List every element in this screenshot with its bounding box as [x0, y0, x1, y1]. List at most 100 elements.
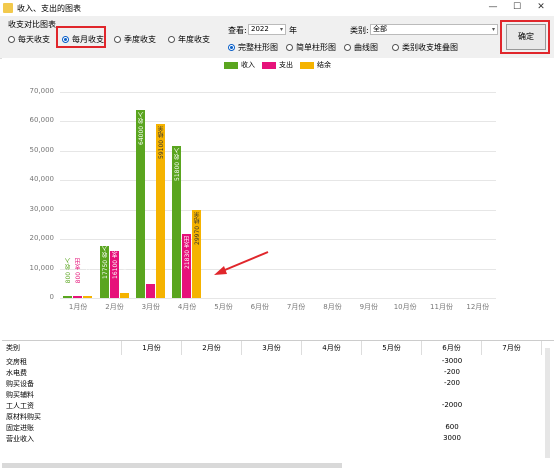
column-header[interactable]: 2月份 [182, 341, 242, 355]
x-tick-label: 6月份 [250, 303, 270, 311]
annotation-arrow [214, 251, 269, 275]
radio-yearly[interactable]: 年度收支 [168, 34, 210, 45]
data-grid: 类别 1月份 2月份 3月份 4月份 5月份 6月份 7月份 交房租 -3000 水电费 -200 购… [2, 340, 554, 471]
table-cell: -200 [444, 379, 460, 387]
gridline [60, 92, 496, 93]
chart-type-full-bar[interactable]: 完整柱形图 [228, 42, 278, 53]
gridline [60, 298, 496, 299]
column-header[interactable]: 7月份 [482, 341, 542, 355]
data-label: 600 结余 [85, 258, 93, 284]
gridline [60, 209, 496, 211]
data-label: 1650 结余 [121, 252, 129, 282]
x-tick-label: 3月份 [141, 303, 161, 311]
gridline [60, 239, 496, 241]
bar-支出-3月份 [145, 283, 155, 298]
y-tick-label: 20,000 [29, 234, 55, 243]
table-cell: -3000 [441, 357, 463, 365]
x-tick-label: 4月份 [177, 303, 197, 311]
x-tick-label: 1月份 [68, 303, 88, 311]
radio-quarterly-label: 季度收支 [124, 35, 156, 44]
chart-type-line-dot [344, 44, 351, 51]
legend-income-label: 收入 [241, 61, 255, 69]
view-label: 查看: [228, 26, 247, 35]
x-tick-label: 11月份 [430, 303, 453, 311]
bar-结余-2月份 [119, 293, 129, 298]
legend-balance-label: 结余 [317, 61, 331, 69]
chart-type-stacked-dot [392, 44, 399, 51]
window-title: 收入、支出的图表 [17, 4, 81, 13]
category-label: 类别: [350, 26, 369, 35]
legend-expense-label: 支出 [279, 61, 293, 69]
close-button[interactable]: ✕ [534, 1, 548, 14]
app-icon [3, 3, 13, 13]
x-tick-label: 2月份 [105, 303, 124, 311]
legend-balance: 结余 [300, 60, 331, 70]
y-tick-label: 30,000 [29, 204, 55, 213]
horizontal-scrollbar[interactable] [2, 463, 342, 468]
year-suffix: 年 [289, 26, 297, 35]
radio-quarterly-dot [114, 36, 121, 43]
chart-type-simple-bar-dot [286, 44, 293, 51]
chart-type-line[interactable]: 曲线图 [344, 42, 378, 53]
minimize-button[interactable]: — [486, 1, 500, 14]
x-tick-label: 5月份 [214, 303, 233, 311]
data-label: 4900 支出 [147, 252, 155, 282]
data-label: 800 收入 [65, 258, 73, 284]
column-header[interactable]: 类别 [2, 341, 122, 355]
data-label: 800 支出 [75, 258, 83, 284]
vertical-scrollbar[interactable] [545, 348, 550, 458]
legend-income: 收入 [224, 60, 255, 70]
chart-type-full-bar-dot [228, 44, 235, 51]
y-tick-label: 40,000 [29, 175, 55, 184]
column-header[interactable]: 4月份 [302, 341, 362, 355]
table-cell: 600 [445, 423, 459, 431]
year-select[interactable]: 2022 ▾ [248, 24, 286, 35]
title-bar: 收入、支出的图表 — ☐ ✕ [0, 0, 554, 16]
group-title: 收支对比图表 [8, 20, 56, 29]
chart-type-simple-bar[interactable]: 简单柱形图 [286, 42, 336, 53]
data-label: 64000 收入 [137, 111, 145, 145]
chart-type-stacked[interactable]: 类别收支堆叠图 [392, 42, 458, 53]
x-tick-label: 12月份 [466, 303, 490, 311]
y-tick-label: 50,000 [29, 145, 55, 154]
radio-quarterly[interactable]: 季度收支 [114, 34, 156, 45]
column-header[interactable]: 6月份 [422, 341, 482, 355]
legend-income-swatch [224, 61, 238, 69]
chart-type-simple-bar-label: 简单柱形图 [296, 43, 336, 52]
radio-daily-dot [8, 36, 15, 43]
monthly-highlight-box [56, 26, 106, 48]
y-tick-label: 60,000 [29, 116, 55, 125]
radio-daily-label: 每天收支 [18, 35, 50, 44]
x-tick-label: 7月份 [286, 303, 306, 311]
row-label: 购买设备 [6, 380, 34, 388]
radio-daily[interactable]: 每天收支 [8, 34, 50, 45]
maximize-button[interactable]: ☐ [510, 1, 524, 14]
row-label: 营业收入 [6, 435, 34, 443]
table-cell: 3000 [443, 434, 461, 442]
x-tick-label: 8月份 [323, 303, 342, 311]
column-header[interactable]: 1月份 [122, 341, 182, 355]
row-label: 购买辅料 [6, 391, 34, 399]
chart-type-full-bar-label: 完整柱形图 [238, 43, 278, 52]
data-label: 21830 支出 [184, 235, 192, 269]
radio-yearly-dot [168, 36, 175, 43]
category-value: 全部 [373, 25, 387, 33]
table-cell: -200 [444, 368, 460, 376]
gridline [60, 121, 496, 123]
toolbar: 收支对比图表 每天收支 每月收支 季度收支 年度收支 查看: 2022 ▾ 年 类… [0, 16, 554, 59]
category-select[interactable]: 全部 ▾ [370, 24, 498, 35]
column-header[interactable]: 3月份 [242, 341, 302, 355]
row-label: 工人工资 [6, 402, 34, 410]
y-tick-label: 70,000 [29, 87, 55, 95]
column-header[interactable]: 5月份 [362, 341, 422, 355]
gridline [60, 150, 496, 152]
data-label: 16100 支出 [111, 246, 119, 279]
table-cell: -2000 [441, 401, 463, 409]
row-label: 交房租 [6, 358, 27, 366]
data-label: 29970 结余 [194, 211, 202, 245]
chevron-down-icon: ▾ [491, 26, 495, 33]
year-value: 2022 [251, 25, 269, 33]
data-label: 59100 结余 [157, 126, 165, 160]
bar-结余-1月份 [83, 296, 93, 298]
row-label: 水电费 [6, 369, 27, 377]
